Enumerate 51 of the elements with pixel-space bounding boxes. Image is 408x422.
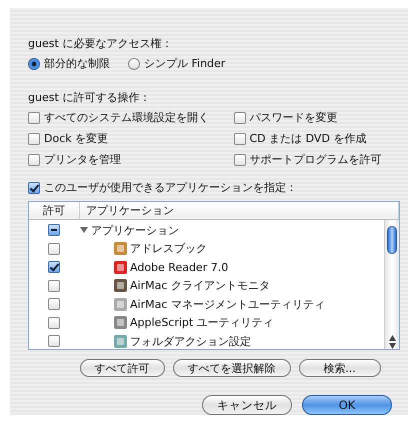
allow-checkbox[interactable] <box>48 242 60 255</box>
allow-checkbox[interactable] <box>48 298 60 310</box>
scroll-down-arrow-icon[interactable] <box>388 342 396 348</box>
dialog-button[interactable]: キャンセル <box>202 395 292 415</box>
checkbox[interactable] <box>234 112 246 124</box>
checkbox-label[interactable]: Dock を変更 <box>44 131 108 147</box>
scrollbar-thumb[interactable] <box>387 226 397 254</box>
application-icon <box>113 241 128 256</box>
application-name[interactable]: Adobe Reader 7.0 <box>130 260 228 274</box>
checkbox-label[interactable]: プリンタを管理 <box>44 152 121 168</box>
application-name[interactable]: AppleScript ユーティリティ <box>130 315 274 330</box>
table-action-button[interactable]: 検索... <box>298 359 380 377</box>
scroll-up-arrow-icon[interactable] <box>388 334 396 340</box>
radio-button[interactable] <box>28 58 40 70</box>
application-name[interactable]: AirMac クライアントモニタ <box>130 278 270 294</box>
allow-checkbox[interactable] <box>48 316 60 329</box>
tree-item[interactable]: アプリケーション <box>79 222 179 238</box>
application-name[interactable]: フォルダアクション設定 <box>130 334 251 349</box>
checkbox[interactable] <box>28 182 40 194</box>
checkbox[interactable] <box>28 133 40 145</box>
checkbox-label[interactable]: パスワードを変更 <box>250 110 338 126</box>
column-header[interactable]: 許可 <box>29 202 80 219</box>
checkbox-label[interactable]: CD または DVD を作成 <box>250 131 366 147</box>
checkbox[interactable] <box>234 154 246 166</box>
scrollbar[interactable] <box>384 220 399 349</box>
application-icon <box>113 315 128 330</box>
checkbox[interactable] <box>234 133 246 145</box>
allow-checkbox[interactable] <box>48 335 60 348</box>
table-action-button[interactable]: すべて許可 <box>80 359 164 377</box>
checkbox[interactable] <box>28 112 40 124</box>
application-icon <box>113 260 128 275</box>
disclosure-triangle-icon[interactable] <box>79 225 89 236</box>
section-label: guest に必要なアクセス権： <box>28 36 174 52</box>
checkbox-label[interactable]: サポートプログラムを許可 <box>250 152 382 168</box>
column-header[interactable]: アプリケーション <box>80 202 399 219</box>
table-action-button[interactable]: すべてを選択解除 <box>172 359 290 377</box>
checkbox-label[interactable]: このユーザが使用できるアプリケーションを指定： <box>44 180 297 196</box>
section-label: guest に許可する操作： <box>28 90 152 106</box>
application-icon <box>113 296 128 312</box>
allow-checkbox[interactable] <box>48 280 60 292</box>
allow-checkbox[interactable] <box>48 224 60 236</box>
radio-label[interactable]: シンプル Finder <box>144 56 226 72</box>
default-button[interactable]: OK <box>302 395 392 415</box>
application-icon <box>113 278 128 294</box>
application-name[interactable]: アドレスブック <box>130 241 207 256</box>
radio-button[interactable] <box>128 58 140 70</box>
radio-label[interactable]: 部分的な制限 <box>44 56 110 72</box>
application-name[interactable]: AirMac マネージメントユーティリティ <box>130 296 325 312</box>
checkbox-label[interactable]: すべてのシステム環境設定を開く <box>44 110 209 126</box>
allow-checkbox[interactable] <box>48 261 60 274</box>
checkbox[interactable] <box>28 154 40 166</box>
